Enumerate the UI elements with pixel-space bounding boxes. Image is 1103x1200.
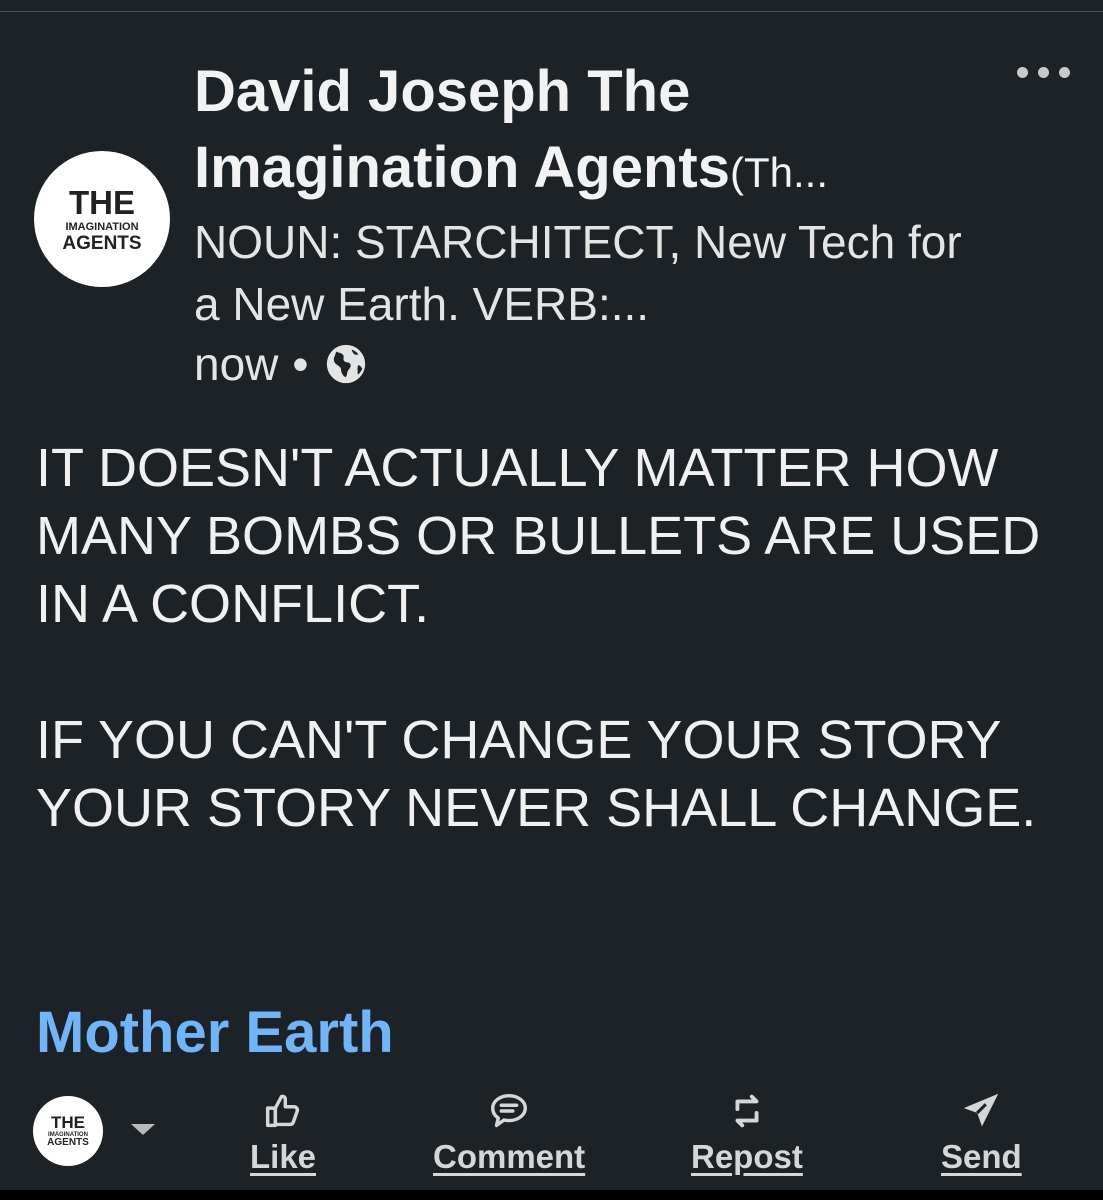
repost-icon [735,1094,759,1128]
like-label: Like [250,1138,317,1175]
repost-button[interactable]: Repost [691,1088,803,1176]
comment-icon [491,1093,528,1128]
more-options-dot [1016,66,1028,78]
bottom-edge [0,1190,1103,1200]
top-divider [0,11,1103,12]
send-icon [964,1093,999,1127]
more-options-dot [1037,66,1049,78]
send-button[interactable]: Send [941,1088,1022,1176]
post-screen: THE IMAGINATION AGENTS David Joseph The … [0,0,1103,1200]
send-label: Send [941,1138,1022,1175]
author-name-suffix: (Th... [730,149,829,196]
author-avatar[interactable]: THE IMAGINATION AGENTS [34,151,170,287]
like-button[interactable]: Like [250,1088,316,1176]
comment-label: Comment [433,1138,586,1175]
meta-separator: • [292,338,309,390]
author-info: David Joseph The Imagination Agents(Th..… [194,54,994,393]
small-avatar-line-1: THE [51,1113,85,1132]
comment-button[interactable]: Comment [433,1088,585,1176]
post-actions-bar: THE IMAGINATION AGENTS Like Comment Repo… [0,1080,1103,1190]
post-meta: now • [194,335,994,393]
actor-avatar[interactable]: THE IMAGINATION AGENTS [33,1096,103,1166]
post-timestamp: now [194,338,279,390]
small-avatar-line-3: AGENTS [47,1137,89,1148]
repost-label: Repost [691,1138,803,1175]
author-name: David Joseph The Imagination Agents [194,59,730,200]
avatar-line-2: IMAGINATION [65,220,139,233]
hashtag-link[interactable]: Mother Earth [36,998,394,1068]
chevron-down-icon[interactable] [131,1124,155,1135]
author-headline: NOUN: STARCHITECT, New Tech for a New Ea… [194,216,962,330]
avatar-line-1: THE [69,183,135,221]
thumbs-up-icon [265,1094,300,1128]
more-options-button[interactable] [1008,58,1078,86]
avatar-line-3: AGENTS [62,232,142,254]
globe-icon [326,344,365,384]
more-options-dot [1058,66,1070,78]
author-name-link[interactable]: David Joseph The Imagination Agents(Th..… [194,54,994,211]
post-body: IT DOESN'T ACTUALLY MATTER HOW MANY BOMB… [36,438,1041,838]
